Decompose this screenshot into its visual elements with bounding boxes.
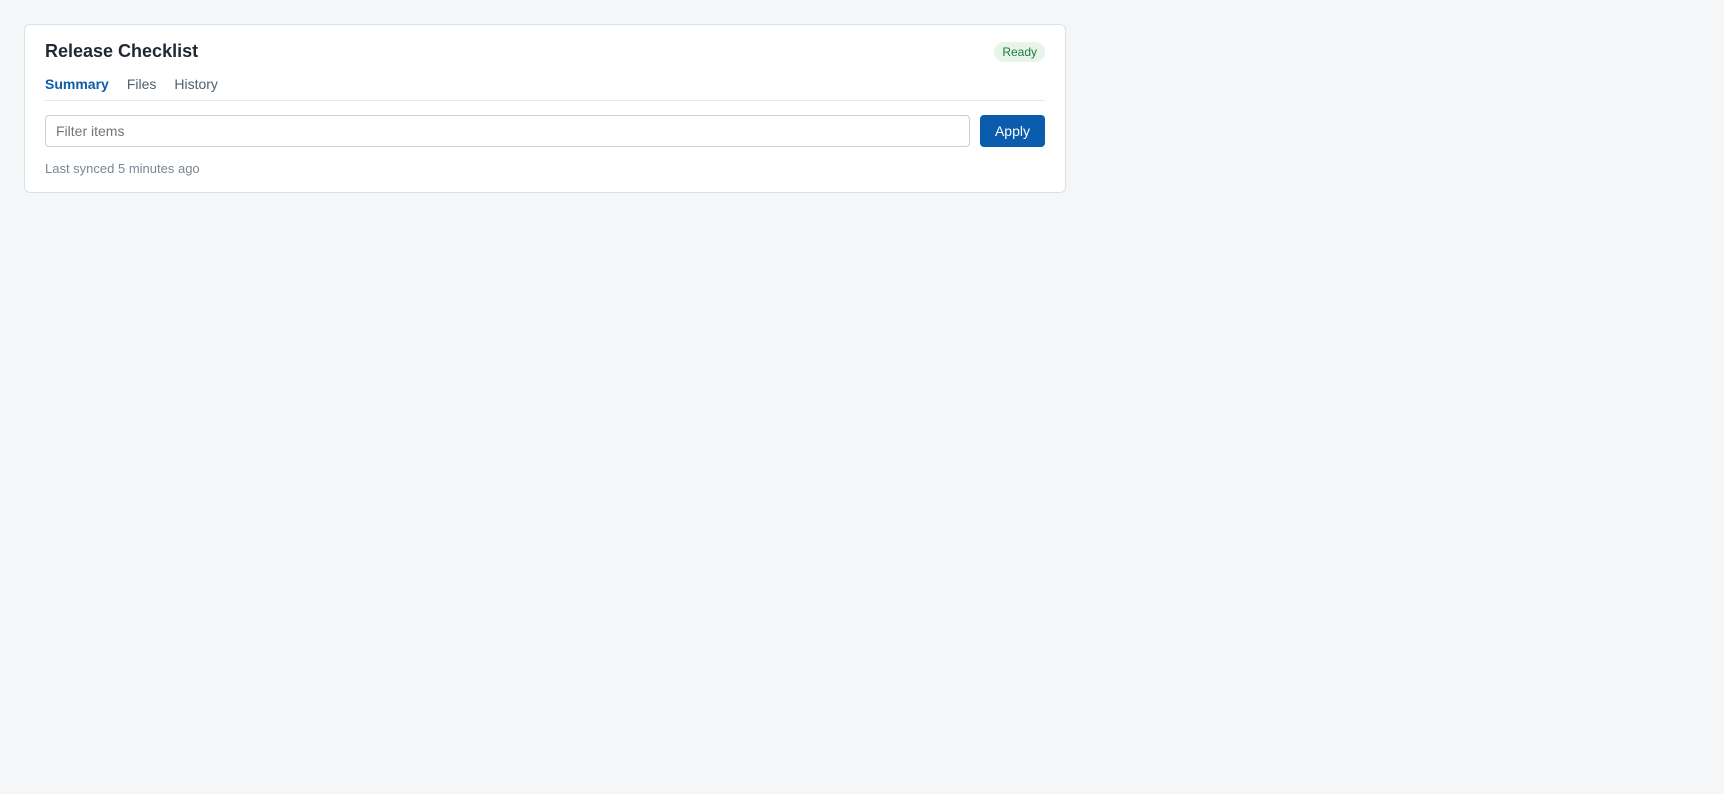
- panel-toolbar: Apply: [45, 115, 1045, 147]
- tab-history[interactable]: History: [174, 76, 218, 92]
- status-badge: Ready: [994, 41, 1045, 62]
- sync-note: Last synced 5 minutes ago: [45, 161, 200, 176]
- tab-strip: Summary Files History: [45, 76, 1045, 101]
- release-panel: Release Checklist Ready Summary Files Hi…: [24, 24, 1066, 193]
- panel-header: Release Checklist Ready: [45, 41, 1045, 62]
- apply-button[interactable]: Apply: [979, 115, 1045, 147]
- tab-summary[interactable]: Summary: [45, 76, 109, 92]
- tab-files[interactable]: Files: [127, 76, 157, 92]
- filter-input[interactable]: [45, 115, 970, 147]
- panel-title: Release Checklist: [45, 41, 199, 61]
